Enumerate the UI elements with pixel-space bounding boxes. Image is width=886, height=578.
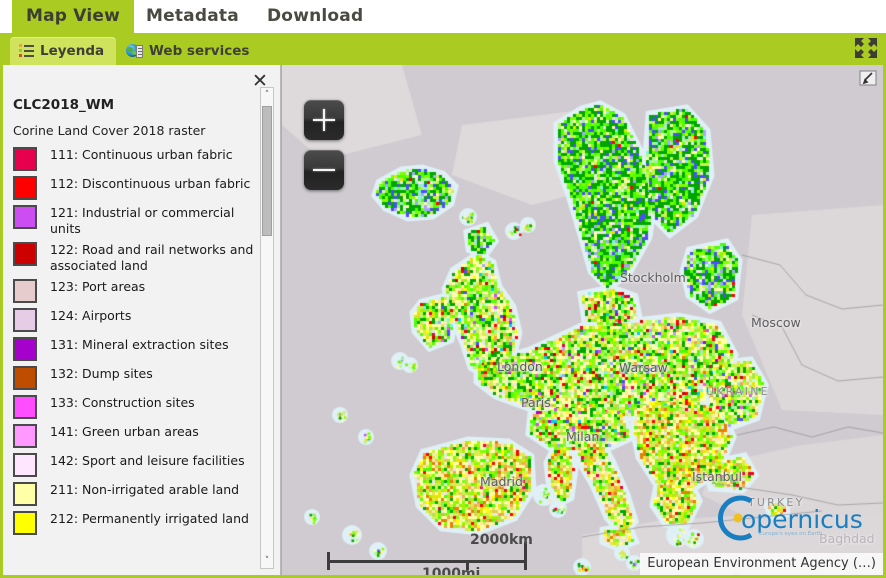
map-viewport[interactable]: Stockholm Moscow London Warsaw Paris UKRAINE M… xyxy=(282,65,883,575)
copernicus-logo: opernicus Europe's eyes on Earth xyxy=(711,495,869,541)
map-attribution: European Environment Agency (…) xyxy=(640,553,883,575)
map-label: Moscow xyxy=(751,315,801,330)
svg-text:opernicus: opernicus xyxy=(741,505,863,534)
legend-color-swatch xyxy=(13,366,37,390)
legend-item: 121: Industrial or commercial units xyxy=(13,203,261,237)
tab-map-view-label: Map View xyxy=(26,6,120,26)
subtab-leyenda-label: Leyenda xyxy=(40,43,105,59)
resize-handle-icon[interactable] xyxy=(859,70,877,86)
scalebar-km-label: 2000km xyxy=(470,532,533,548)
legend-item: 111: Continuous urban fabric xyxy=(13,145,261,171)
legend-color-swatch xyxy=(13,242,37,266)
scrollbar-thumb[interactable] xyxy=(262,106,272,236)
legend-item: 131: Mineral extraction sites xyxy=(13,335,261,361)
zoom-in-button[interactable] xyxy=(304,100,344,140)
legend-item: 124: Airports xyxy=(13,306,261,332)
subtab-web-services[interactable]: Web services xyxy=(117,37,261,65)
tab-metadata-label: Metadata xyxy=(146,6,239,26)
globe-server-icon xyxy=(126,43,143,59)
subtab-web-services-label: Web services xyxy=(149,43,250,59)
legend-color-swatch xyxy=(13,453,37,477)
legend-item-label: 111: Continuous urban fabric xyxy=(50,147,233,162)
legend-item: 133: Construction sites xyxy=(13,393,261,419)
panel-tabbar: Leyenda Web services xyxy=(0,33,886,65)
legend-color-swatch xyxy=(13,482,37,506)
legend-item-label: 133: Construction sites xyxy=(50,395,195,410)
legend-item: 212: Permanently irrigated land xyxy=(13,509,261,535)
legend-color-swatch xyxy=(13,205,37,229)
content-area: ✕ CLC2018_WM Corine Land Cover 2018 rast… xyxy=(3,65,883,575)
list-icon xyxy=(19,44,34,58)
scroll-up-arrow-icon[interactable]: ˄ xyxy=(261,88,273,102)
legend-item: 142: Sport and leisure facilities xyxy=(13,451,261,477)
legend-color-swatch xyxy=(13,176,37,200)
svg-text:Europe's eyes on Earth: Europe's eyes on Earth xyxy=(759,531,823,537)
legend-item-label: 132: Dump sites xyxy=(50,366,153,381)
map-label: Milan xyxy=(566,429,600,444)
legend-color-swatch xyxy=(13,395,37,419)
tab-download-label: Download xyxy=(267,6,364,26)
legend-item-label: 122: Road and rail networks and associat… xyxy=(50,242,254,273)
legend-panel: ✕ CLC2018_WM Corine Land Cover 2018 rast… xyxy=(3,65,281,575)
map-label: Paris xyxy=(521,395,551,410)
subtab-leyenda[interactable]: Leyenda xyxy=(10,37,117,65)
legend-color-swatch xyxy=(13,279,37,303)
map-label: Istanbul xyxy=(692,469,743,484)
legend-item: 211: Non-irrigated arable land xyxy=(13,480,261,506)
zoom-out-button[interactable] xyxy=(304,150,344,190)
scroll-down-arrow-icon[interactable]: ˅ xyxy=(261,554,273,568)
map-label: UKRAINE xyxy=(706,385,770,398)
legend-scroll-viewport: CLC2018_WM Corine Land Cover 2018 raster… xyxy=(3,65,265,575)
legend-item-label: 123: Port areas xyxy=(50,279,146,294)
legend-item-label: 131: Mineral extraction sites xyxy=(50,337,229,352)
legend-color-swatch xyxy=(13,308,37,332)
legend-color-swatch xyxy=(13,147,37,171)
legend-item-label: 211: Non-irrigated arable land xyxy=(50,482,240,497)
scalebar-mi-label: 1000mi xyxy=(422,566,481,575)
legend-scrollbar[interactable]: ˄ ˅ xyxy=(260,87,274,569)
map-label: London xyxy=(497,359,543,374)
legend-item-label: 212: Permanently irrigated land xyxy=(50,511,249,526)
legend-item-label: 141: Green urban areas xyxy=(50,424,199,439)
legend-layer-title: CLC2018_WM xyxy=(13,97,115,113)
top-navigation: Map View Metadata Download xyxy=(0,0,886,33)
map-label: Madrid xyxy=(480,474,523,489)
legend-item-label: 121: Industrial or commercial units xyxy=(50,205,235,236)
legend-color-swatch xyxy=(13,337,37,361)
legend-item: 122: Road and rail networks and associat… xyxy=(13,240,261,274)
legend-item: 112: Discontinuous urban fabric xyxy=(13,174,261,200)
legend-color-swatch xyxy=(13,424,37,448)
zoom-controls xyxy=(304,100,344,200)
legend-item-list: 111: Continuous urban fabric 112: Discont… xyxy=(13,145,261,538)
legend-color-swatch xyxy=(13,511,37,535)
tab-map-view[interactable]: Map View xyxy=(12,0,134,33)
legend-item: 123: Port areas xyxy=(13,277,261,303)
legend-item: 141: Green urban areas xyxy=(13,422,261,448)
tab-download[interactable]: Download xyxy=(253,0,377,33)
tab-metadata[interactable]: Metadata xyxy=(132,0,253,33)
legend-item-label: 112: Discontinuous urban fabric xyxy=(50,176,251,191)
legend-item-label: 124: Airports xyxy=(50,308,132,323)
map-label: Warsaw xyxy=(619,360,668,375)
legend-layer-subtitle: Corine Land Cover 2018 raster xyxy=(13,123,206,138)
fullscreen-expand-icon[interactable] xyxy=(853,36,879,60)
map-label: Stockholm xyxy=(620,270,686,285)
map-scalebar: 2000km 1000mi xyxy=(327,532,533,575)
legend-item: 132: Dump sites xyxy=(13,364,261,390)
map-viewer-app: Map View Metadata Download Leyenda Web s… xyxy=(0,0,886,578)
legend-item-label: 142: Sport and leisure facilities xyxy=(50,453,245,468)
